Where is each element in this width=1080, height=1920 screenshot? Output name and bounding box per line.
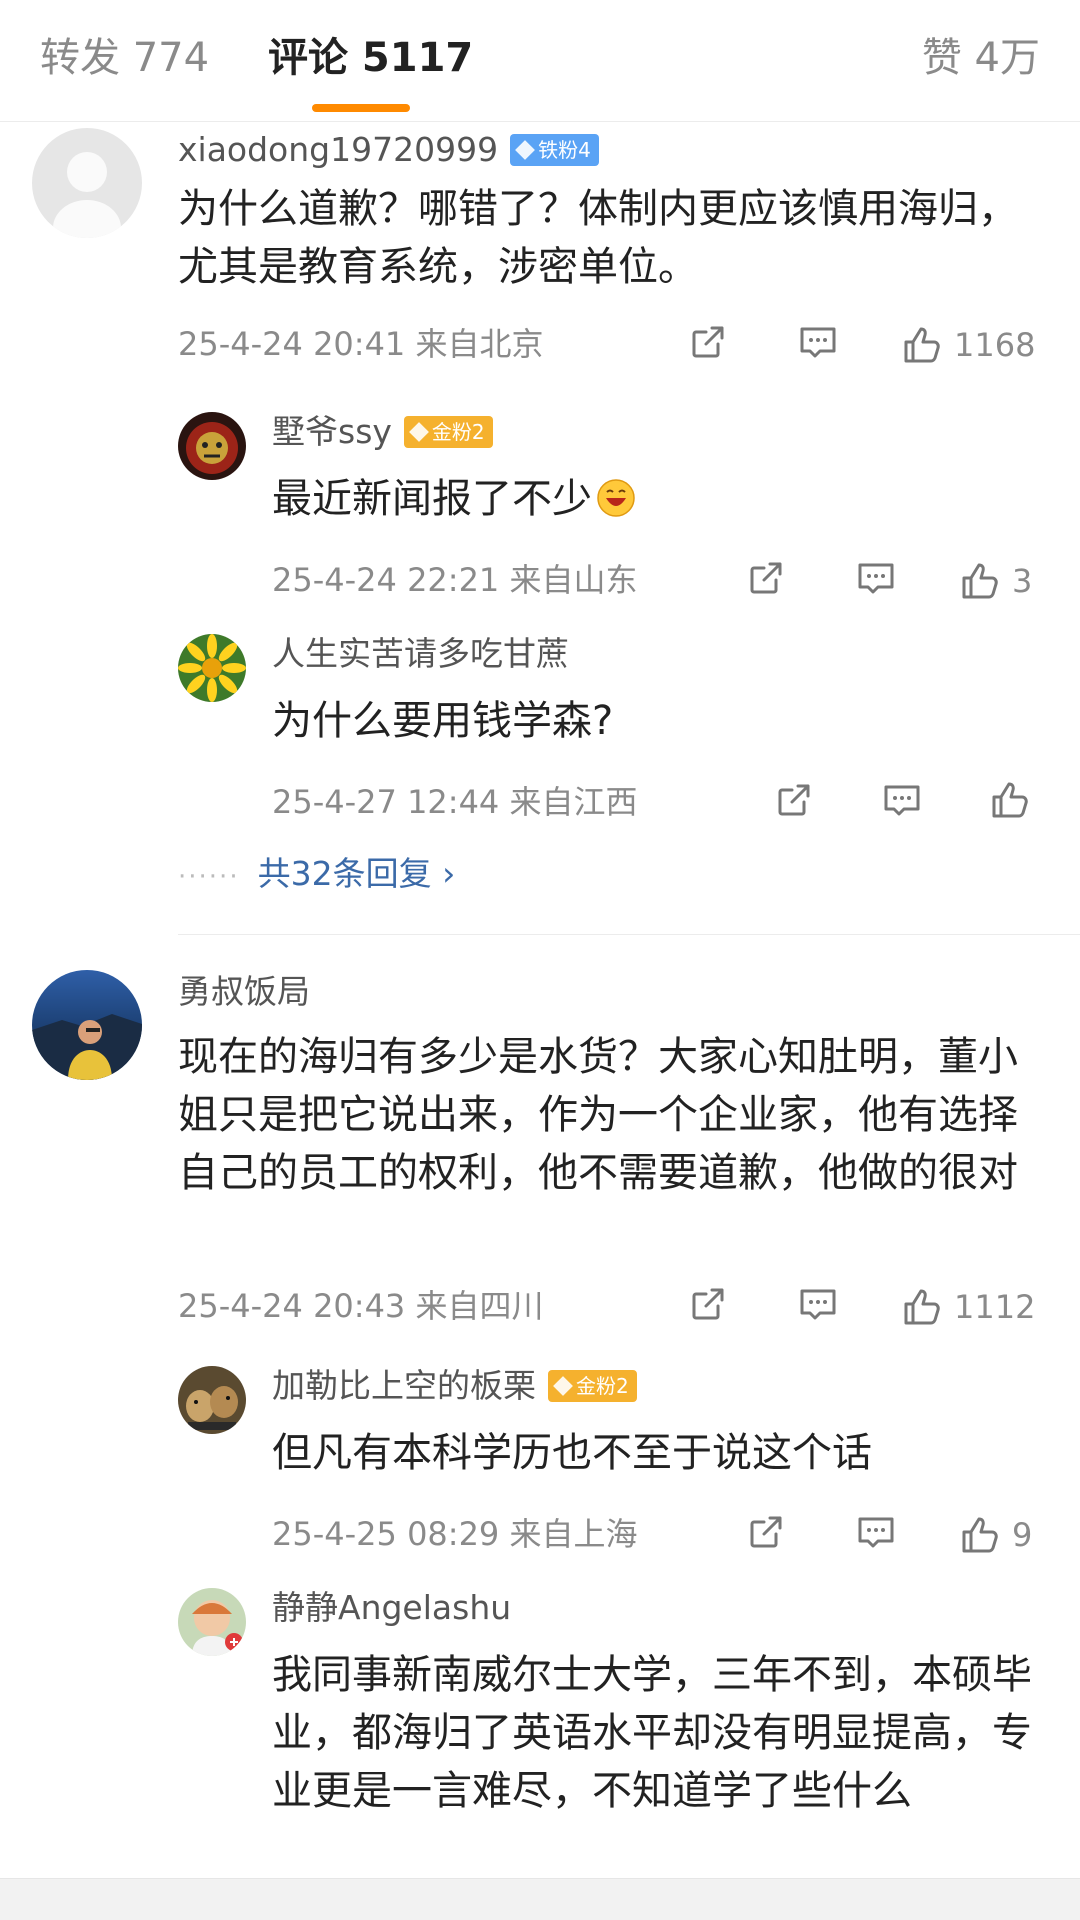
reply-text-container: 最近新闻报了不少 — [272, 470, 1032, 528]
tab-forward[interactable]: 转发 774 — [40, 30, 209, 86]
comment-icon — [800, 1289, 836, 1320]
crown-icon — [553, 1376, 573, 1396]
comment-text: 为什么道歉？哪错了？体制内更应该慎用海归，尤其是教育系统，涉密单位。 — [178, 186, 1018, 290]
comment-icon — [858, 1517, 894, 1548]
comment-text: 现在的海归有多少是水货？大家心知肚明，董小姐只是把它说出来，作为一个企业家，他有… — [178, 1034, 1018, 1196]
avatar[interactable] — [178, 634, 246, 702]
like-icon — [992, 782, 1028, 818]
share-icon — [778, 784, 810, 816]
reply-button[interactable] — [796, 320, 840, 364]
avatar[interactable] — [32, 970, 142, 1080]
divider — [0, 121, 1080, 122]
like-count: 1112 — [954, 1288, 1036, 1326]
crown-icon — [409, 422, 429, 442]
share-icon — [750, 562, 782, 594]
fan-badge: 铁粉4 — [510, 134, 599, 166]
share-icon — [692, 1288, 724, 1320]
share-icon — [692, 326, 724, 358]
reply-text: 最近新闻报了不少 — [272, 476, 592, 522]
like-count: 3 — [1012, 562, 1033, 600]
like-icon — [962, 563, 998, 599]
reply-text: 但凡有本科学历也不至于说这个话 — [272, 1430, 872, 1476]
author-name[interactable]: xiaodong19720999 — [178, 128, 498, 172]
author-name[interactable]: 勇叔饭局 — [178, 970, 310, 1014]
reply-button[interactable] — [880, 778, 924, 822]
reply-text: 为什么要用钱学森? — [272, 698, 614, 744]
share-button[interactable] — [744, 1510, 788, 1554]
author-name[interactable]: 墅爷ssy — [272, 410, 392, 454]
comment-icon — [800, 327, 836, 358]
share-button[interactable] — [772, 778, 816, 822]
grin-emoji-icon — [597, 479, 635, 517]
share-icon — [750, 1516, 782, 1548]
avatar[interactable] — [178, 412, 246, 480]
comment-tab-bar: 转发 774 评论 5117 赞 4万 — [0, 0, 1080, 122]
fan-badge: 金粉2 — [403, 416, 493, 448]
tab-likes[interactable]: 赞 4万 — [922, 30, 1040, 86]
like-button[interactable]: 1112 — [900, 1282, 1035, 1332]
author-name[interactable]: 人生实苦请多吃甘蔗 — [272, 632, 569, 676]
like-count: 9 — [1012, 1516, 1033, 1554]
like-icon — [904, 1289, 940, 1325]
more-replies-link[interactable]: ······ 共32条回复 › — [178, 852, 455, 899]
divider — [178, 934, 1080, 935]
reply-button[interactable] — [854, 556, 898, 600]
comment-icon — [858, 563, 894, 594]
like-icon — [962, 1517, 998, 1553]
like-button[interactable]: 1168 — [900, 320, 1035, 370]
reply-button[interactable] — [796, 1282, 840, 1326]
share-button[interactable] — [744, 556, 788, 600]
bottom-bar — [0, 1878, 1080, 1920]
like-button[interactable]: 9 — [958, 1510, 1032, 1560]
like-icon — [904, 327, 940, 363]
dots-icon: ······ — [178, 862, 240, 892]
comment-icon — [884, 785, 920, 816]
diamond-icon — [515, 140, 535, 160]
tab-comments[interactable]: 评论 5117 — [268, 30, 473, 86]
like-button[interactable]: 3 — [958, 556, 1032, 606]
reply-text: 我同事新南威尔士大学，三年不到，本硕毕业，都海归了英语水平却没有明显提高，专业更… — [272, 1652, 1032, 1814]
author-name[interactable]: 静静Angelashu — [272, 1586, 511, 1630]
like-count: 1168 — [954, 326, 1036, 364]
share-button[interactable] — [686, 1282, 730, 1326]
reply-button[interactable] — [854, 1510, 898, 1554]
like-button[interactable] — [988, 778, 1032, 822]
avatar[interactable] — [178, 1588, 246, 1656]
active-tab-indicator — [312, 104, 410, 112]
fan-badge: 金粉2 — [548, 1370, 637, 1402]
avatar[interactable] — [32, 128, 142, 238]
share-button[interactable] — [686, 320, 730, 364]
avatar[interactable] — [178, 1366, 246, 1434]
author-name[interactable]: 加勒比上空的板栗 — [272, 1364, 536, 1408]
